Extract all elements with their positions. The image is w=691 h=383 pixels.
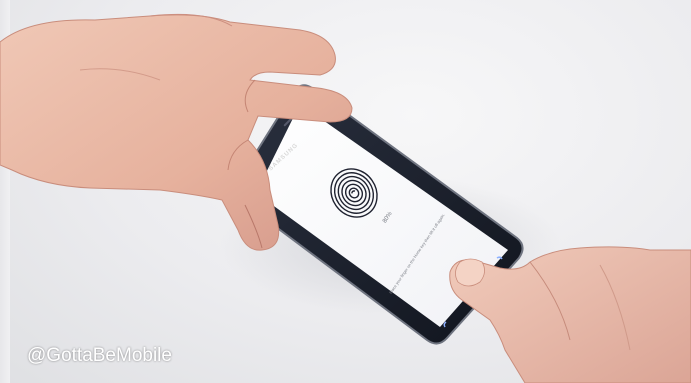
watermark: @GottaBeMobile bbox=[27, 345, 172, 366]
photo-frame: SAMSUNG 80% Place your finger on the Hom… bbox=[0, 0, 691, 383]
photo-scene bbox=[0, 13, 691, 383]
right-hand bbox=[449, 246, 691, 383]
thumbnail bbox=[455, 258, 485, 287]
